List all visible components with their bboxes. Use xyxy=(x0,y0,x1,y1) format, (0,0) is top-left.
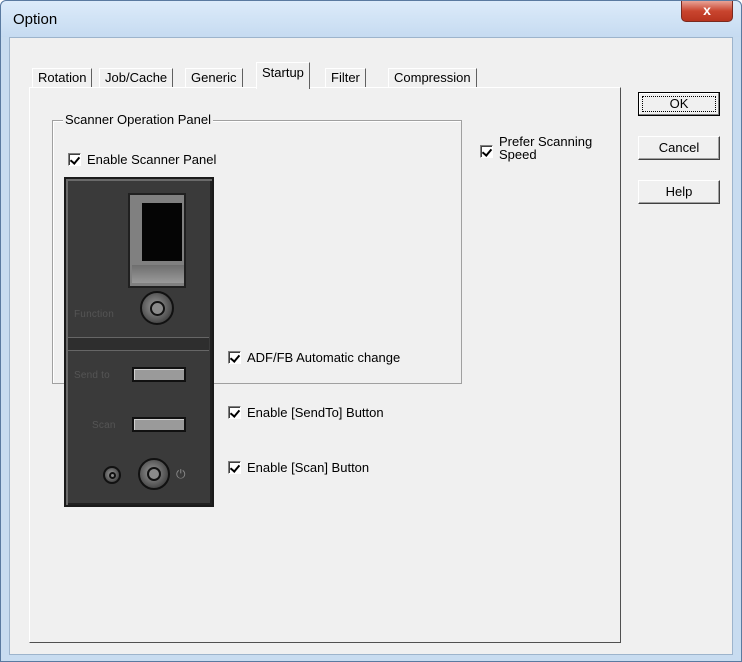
close-icon: x xyxy=(703,2,711,18)
indicator-lamp-icon xyxy=(103,466,121,484)
tab-rotation[interactable]: Rotation xyxy=(32,68,93,88)
tab-job-cache[interactable]: Job/Cache xyxy=(99,68,174,88)
ok-button[interactable]: OK xyxy=(638,92,720,116)
scanner-panel-image: Function Send to Scan ⏻ xyxy=(64,177,214,507)
enable-sendto-button-checkbox[interactable]: Enable [SendTo] Button xyxy=(228,405,384,420)
enable-scanner-panel-checkbox[interactable]: Enable Scanner Panel xyxy=(68,152,216,167)
function-knob-icon xyxy=(140,291,174,325)
prefer-scanning-speed-checkbox[interactable]: Prefer Scanning Speed xyxy=(480,135,592,162)
group-label: Scanner Operation Panel xyxy=(63,112,213,127)
enable-scan-label: Enable [Scan] Button xyxy=(247,460,370,475)
power-knob-center xyxy=(147,467,161,481)
panel-divider xyxy=(68,337,209,351)
panel-display-bevel xyxy=(132,265,184,283)
checkbox-checked-icon xyxy=(228,406,241,419)
panel-scan-label: Scan xyxy=(92,420,116,431)
tab-compression[interactable]: Compression xyxy=(388,68,477,88)
prefer-speed-label-line2: Speed xyxy=(499,147,537,162)
enable-sendto-label: Enable [SendTo] Button xyxy=(247,405,384,420)
tab-filter[interactable]: Filter xyxy=(325,68,366,88)
panel-sendto-label: Send to xyxy=(74,370,110,381)
panel-display xyxy=(128,193,186,288)
adf-fb-label: ADF/FB Automatic change xyxy=(247,350,401,365)
tab-strip: Rotation Job/Cache Generic Startup Filte… xyxy=(32,62,532,89)
sendto-slot-icon xyxy=(132,367,186,382)
checkbox-checked-icon xyxy=(228,351,241,364)
tab-generic[interactable]: Generic xyxy=(185,68,243,88)
option-dialog: Option x Rotation Job/Cache Generic Star… xyxy=(0,0,742,662)
scan-slot-icon xyxy=(132,417,186,432)
adf-fb-automatic-change-checkbox[interactable]: ADF/FB Automatic change xyxy=(228,350,400,365)
enable-scanner-panel-label: Enable Scanner Panel xyxy=(87,152,217,167)
panel-function-label: Function xyxy=(74,309,114,320)
power-knob-icon xyxy=(138,458,170,490)
function-knob-center xyxy=(149,300,165,316)
checkbox-checked-icon xyxy=(68,153,81,166)
window-title: Option xyxy=(13,11,58,28)
indicator-lamp-center xyxy=(108,471,116,479)
power-icon: ⏻ xyxy=(176,467,186,481)
checkbox-checked-icon xyxy=(480,145,493,158)
cancel-button[interactable]: Cancel xyxy=(638,136,720,160)
tab-startup[interactable]: Startup xyxy=(256,62,310,89)
dialog-client-area: Rotation Job/Cache Generic Startup Filte… xyxy=(9,37,733,655)
title-bar: Option x xyxy=(1,1,741,37)
help-button[interactable]: Help xyxy=(638,180,720,204)
ok-button-label: OK xyxy=(669,96,689,111)
help-button-label: Help xyxy=(665,184,693,199)
checkbox-checked-icon xyxy=(228,461,241,474)
cancel-button-label: Cancel xyxy=(658,140,700,155)
close-button[interactable]: x xyxy=(681,1,733,22)
panel-display-screen xyxy=(142,203,182,261)
enable-scan-button-checkbox[interactable]: Enable [Scan] Button xyxy=(228,460,369,475)
